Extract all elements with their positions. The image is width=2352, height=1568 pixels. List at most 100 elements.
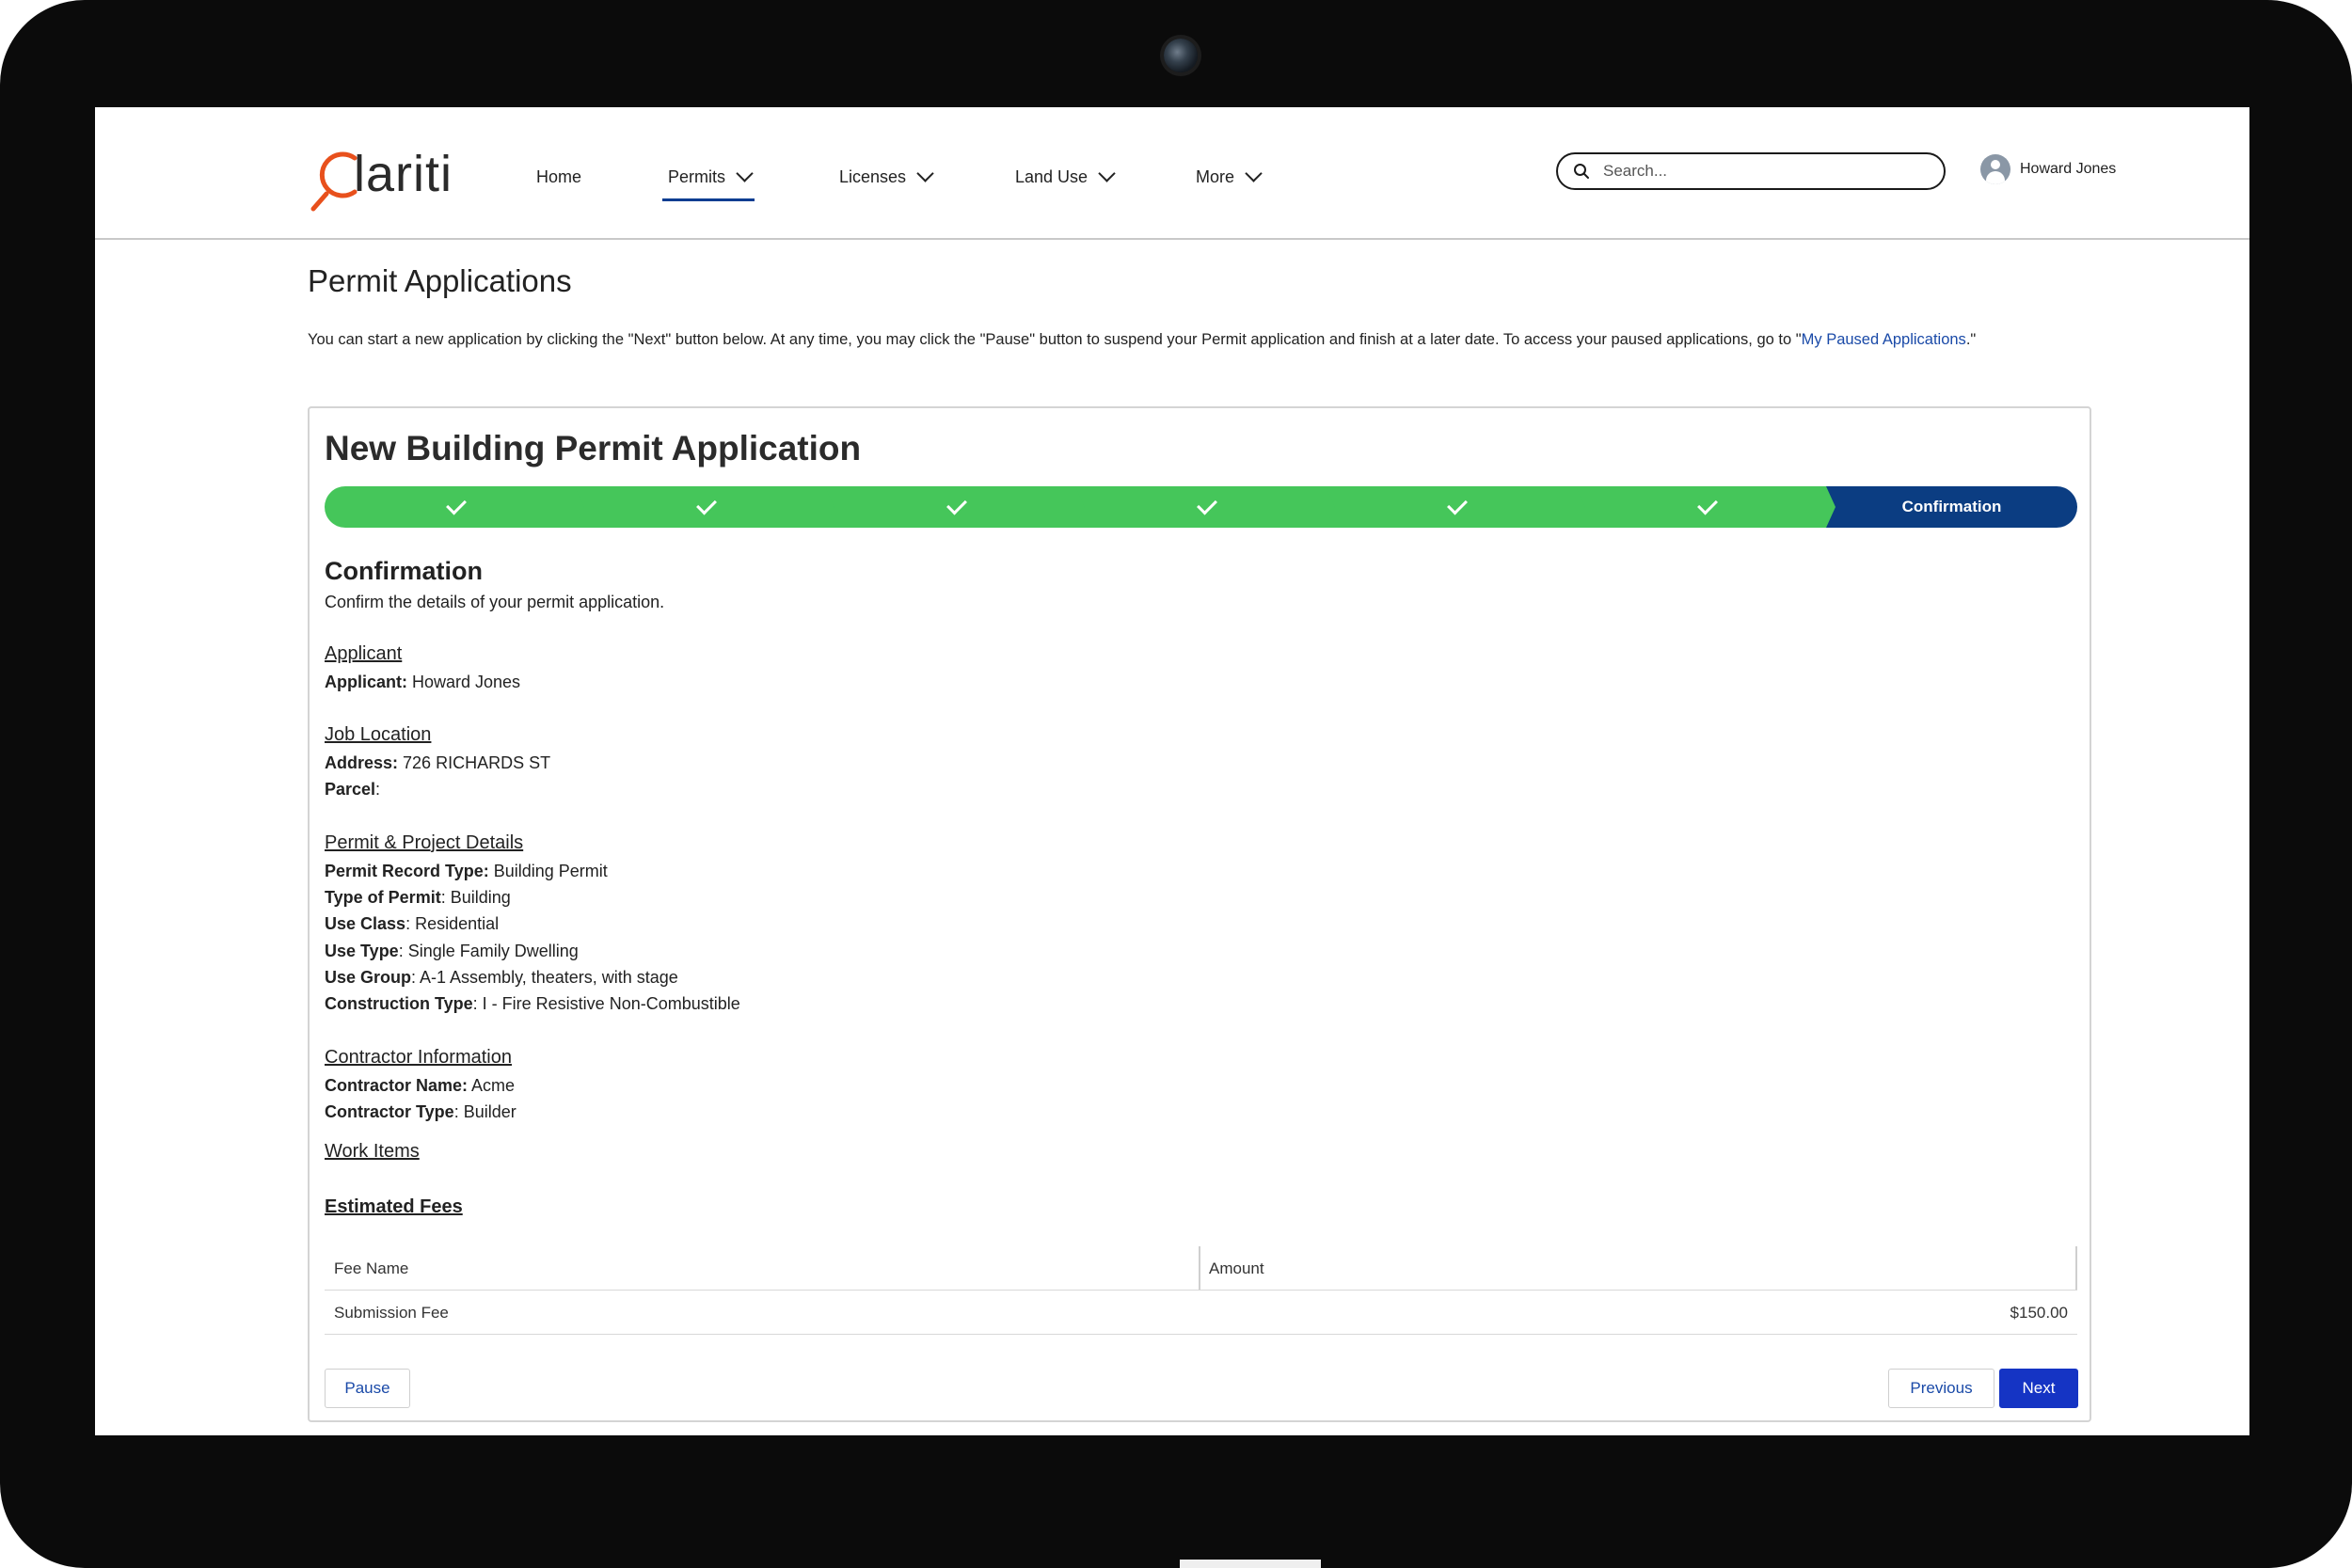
chevron-down-icon — [1245, 164, 1263, 182]
intro-text-body: You can start a new application by click… — [308, 331, 1802, 348]
checkmark-icon — [446, 494, 467, 515]
field-value: Howard Jones — [407, 673, 521, 691]
field-label: Permit Record Type: — [325, 862, 489, 880]
column-header-fee-name[interactable]: Fee Name — [334, 1259, 408, 1278]
field-label: Type of Permit — [325, 888, 441, 907]
parcel-field: Parcel: — [325, 780, 380, 800]
applicant-heading: Applicant — [325, 643, 403, 664]
job-location-heading: Job Location — [325, 724, 432, 745]
field-value: Acme — [468, 1076, 516, 1095]
fee-name-cell: Submission Fee — [334, 1304, 449, 1322]
field-label: Contractor Name: — [325, 1076, 469, 1095]
paused-applications-link[interactable]: My Paused Applications — [1802, 331, 1966, 348]
table-row: Submission Fee $150.00 — [325, 1291, 2077, 1335]
application-card: New Building Permit Application Confirma… — [308, 406, 2091, 1422]
column-header-amount[interactable]: Amount — [1209, 1259, 1264, 1278]
applicant-field: Applicant: Howard Jones — [325, 673, 520, 692]
field-label: Construction Type — [325, 994, 473, 1013]
estimated-fees-heading: Estimated Fees — [325, 1196, 463, 1217]
checkmark-icon — [946, 494, 967, 515]
step-confirmation-current[interactable]: Confirmation — [1826, 486, 2077, 528]
section-title: Confirmation — [325, 557, 483, 585]
field-label: Applicant: — [325, 673, 407, 691]
intro-text: You can start a new application by click… — [308, 331, 1976, 349]
user-name: Howard Jones — [2020, 161, 2117, 177]
progress-stepper: Confirmation — [325, 486, 2077, 528]
step-4-complete[interactable] — [1075, 486, 1339, 528]
step-2-complete[interactable] — [575, 486, 838, 528]
nav-item-label: Land Use — [1015, 166, 1089, 186]
device-bezel: lariti Home Permits Licenses Land Use Mo… — [0, 0, 2352, 1568]
step-1-complete[interactable] — [325, 486, 588, 528]
contractor-heading: Contractor Information — [325, 1047, 512, 1068]
chevron-down-icon — [736, 164, 754, 182]
type-of-permit-field: Type of Permit: Building — [325, 888, 511, 908]
user-menu[interactable]: Howard Jones — [1980, 154, 2116, 184]
column-divider — [1199, 1246, 1200, 1290]
field-value: : Single Family Dwelling — [398, 942, 579, 960]
field-label: Parcel — [325, 780, 376, 799]
nav-item-more[interactable]: More — [1196, 158, 1263, 196]
work-items-heading: Work Items — [325, 1141, 420, 1162]
field-value: : A-1 Assembly, theaters, with stage — [411, 968, 678, 987]
step-6-complete[interactable] — [1576, 486, 1839, 528]
intro-text-end: ." — [1965, 331, 1977, 348]
top-navigation-bar: lariti Home Permits Licenses Land Use Mo… — [95, 107, 2249, 240]
next-button[interactable]: Next — [1999, 1369, 2078, 1408]
permit-record-type-field: Permit Record Type: Building Permit — [325, 862, 608, 881]
field-value: Building Permit — [488, 862, 608, 880]
checkmark-icon — [696, 494, 717, 515]
construction-type-field: Construction Type: I - Fire Resistive No… — [325, 994, 740, 1014]
step-5-complete[interactable] — [1326, 486, 1589, 528]
pause-button[interactable]: Pause — [325, 1369, 410, 1408]
nav-item-label: Licenses — [839, 166, 907, 186]
step-3-complete[interactable] — [825, 486, 1089, 528]
column-divider — [2075, 1246, 2077, 1290]
previous-button[interactable]: Previous — [1888, 1369, 1994, 1408]
logo-text: lariti — [354, 146, 453, 202]
page-title: Permit Applications — [308, 263, 572, 298]
field-label: Contractor Type — [325, 1102, 454, 1121]
use-group-field: Use Group: A-1 Assembly, theaters, with … — [325, 968, 678, 988]
checkmark-icon — [1447, 494, 1468, 515]
search-box[interactable] — [1556, 152, 1946, 190]
table-header-row: Fee Name Amount — [325, 1246, 2077, 1291]
permit-details-heading: Permit & Project Details — [325, 832, 524, 853]
application-title: New Building Permit Application — [325, 429, 862, 467]
search-icon — [1574, 164, 1589, 179]
field-label: Use Group — [325, 968, 412, 987]
use-class-field: Use Class: Residential — [325, 914, 499, 934]
nav-item-label: Permits — [668, 166, 726, 186]
address-field: Address: 726 RICHARDS ST — [325, 753, 550, 773]
field-value: : Building — [440, 888, 511, 907]
contractor-type-field: Contractor Type: Builder — [325, 1102, 516, 1122]
field-label: Use Class — [325, 914, 406, 933]
device-stand — [1180, 1560, 1321, 1568]
field-value: : Residential — [405, 914, 500, 933]
nav-item-label: More — [1196, 166, 1235, 186]
contractor-name-field: Contractor Name: Acme — [325, 1076, 515, 1096]
nav-item-licenses[interactable]: Licenses — [839, 158, 934, 196]
nav-item-permits[interactable]: Permits — [661, 158, 755, 201]
section-description: Confirm the details of your permit appli… — [325, 593, 665, 611]
checkmark-icon — [1197, 494, 1217, 515]
avatar — [1980, 154, 2010, 184]
camera-icon — [1164, 39, 1198, 72]
fee-amount-cell: $150.00 — [2010, 1304, 2068, 1322]
screen: lariti Home Permits Licenses Land Use Mo… — [95, 107, 2249, 1435]
step-label: Confirmation — [1901, 498, 2002, 515]
nav-item-land-use[interactable]: Land Use — [1015, 158, 1116, 196]
checkmark-icon — [1697, 494, 1718, 515]
field-value: : Builder — [453, 1102, 516, 1121]
field-value: 726 RICHARDS ST — [398, 753, 551, 772]
field-value: : — [375, 780, 381, 799]
field-value: : I - Fire Resistive Non-Combustible — [472, 994, 740, 1013]
field-label: Use Type — [325, 942, 399, 960]
use-type-field: Use Type: Single Family Dwelling — [325, 942, 579, 961]
chevron-down-icon — [1098, 164, 1116, 182]
chevron-down-icon — [916, 164, 934, 182]
search-input[interactable] — [1601, 161, 1906, 182]
field-label: Address: — [325, 753, 399, 772]
nav-item-label: Home — [536, 166, 582, 186]
nav-item-home[interactable]: Home — [536, 158, 581, 196]
